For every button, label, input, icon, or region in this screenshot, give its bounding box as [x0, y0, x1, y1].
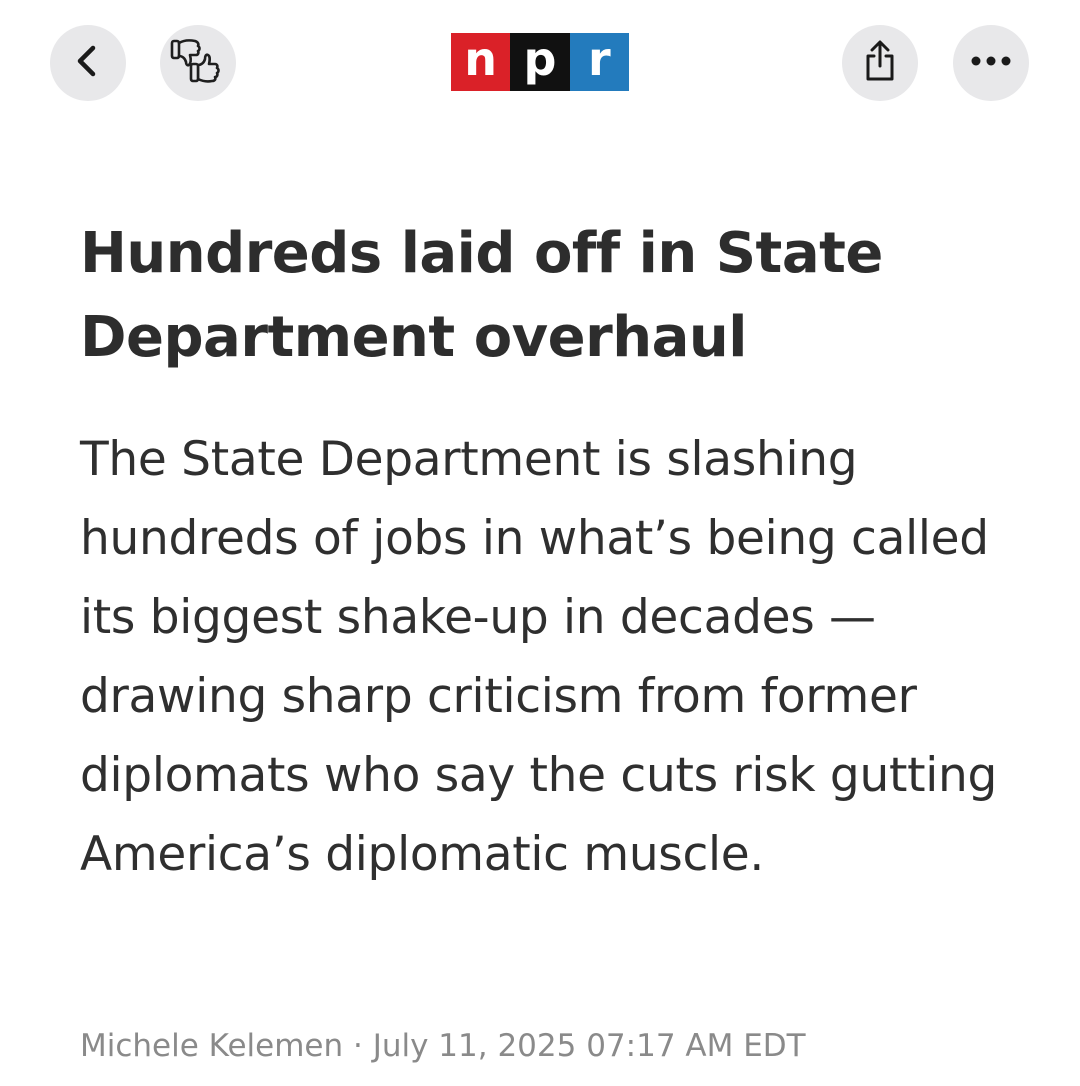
- npr-logo: n p r: [451, 33, 629, 91]
- publish-date: July 11, 2025 07:17 AM EDT: [372, 1028, 806, 1064]
- chevron-left-icon: [68, 41, 108, 86]
- thumbs-down-up-icon: [168, 35, 228, 92]
- article-summary: The State Department is slashing hundred…: [80, 432, 997, 882]
- top-toolbar: n p r: [0, 0, 1080, 130]
- ellipsis-icon: [969, 54, 1013, 72]
- author-name[interactable]: Michele Kelemen: [80, 1028, 343, 1064]
- byline-separator: ·: [352, 1028, 363, 1064]
- logo-letter-n: n: [451, 33, 511, 91]
- article-headline: Hundreds laid off in State Department ov…: [80, 221, 883, 370]
- share-button[interactable]: [842, 25, 918, 101]
- feedback-button[interactable]: [160, 25, 236, 101]
- article-byline: Michele Kelemen · July 11, 2025 07:17 AM…: [80, 1024, 1020, 1068]
- logo-letter-p: p: [510, 33, 570, 91]
- share-icon: [860, 39, 900, 88]
- logo-letter-r: r: [569, 33, 629, 91]
- more-options-button[interactable]: [953, 25, 1029, 101]
- back-button[interactable]: [50, 25, 126, 101]
